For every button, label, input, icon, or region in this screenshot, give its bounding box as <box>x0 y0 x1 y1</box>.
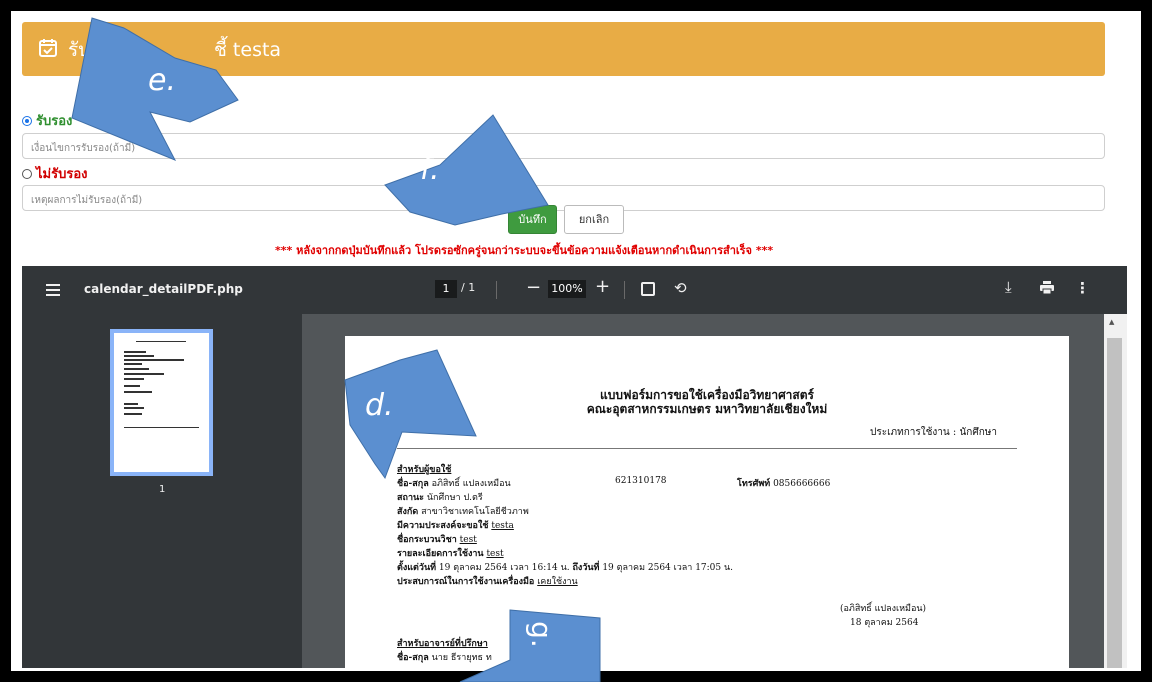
callout-label-f: f. <box>420 152 440 187</box>
callout-label-g: g. <box>524 621 558 648</box>
callout-label-e: e. <box>148 63 176 98</box>
callout-arrow-f <box>384 114 549 226</box>
annotation-overlay <box>71 17 601 682</box>
callout-label-d: d. <box>365 388 394 423</box>
